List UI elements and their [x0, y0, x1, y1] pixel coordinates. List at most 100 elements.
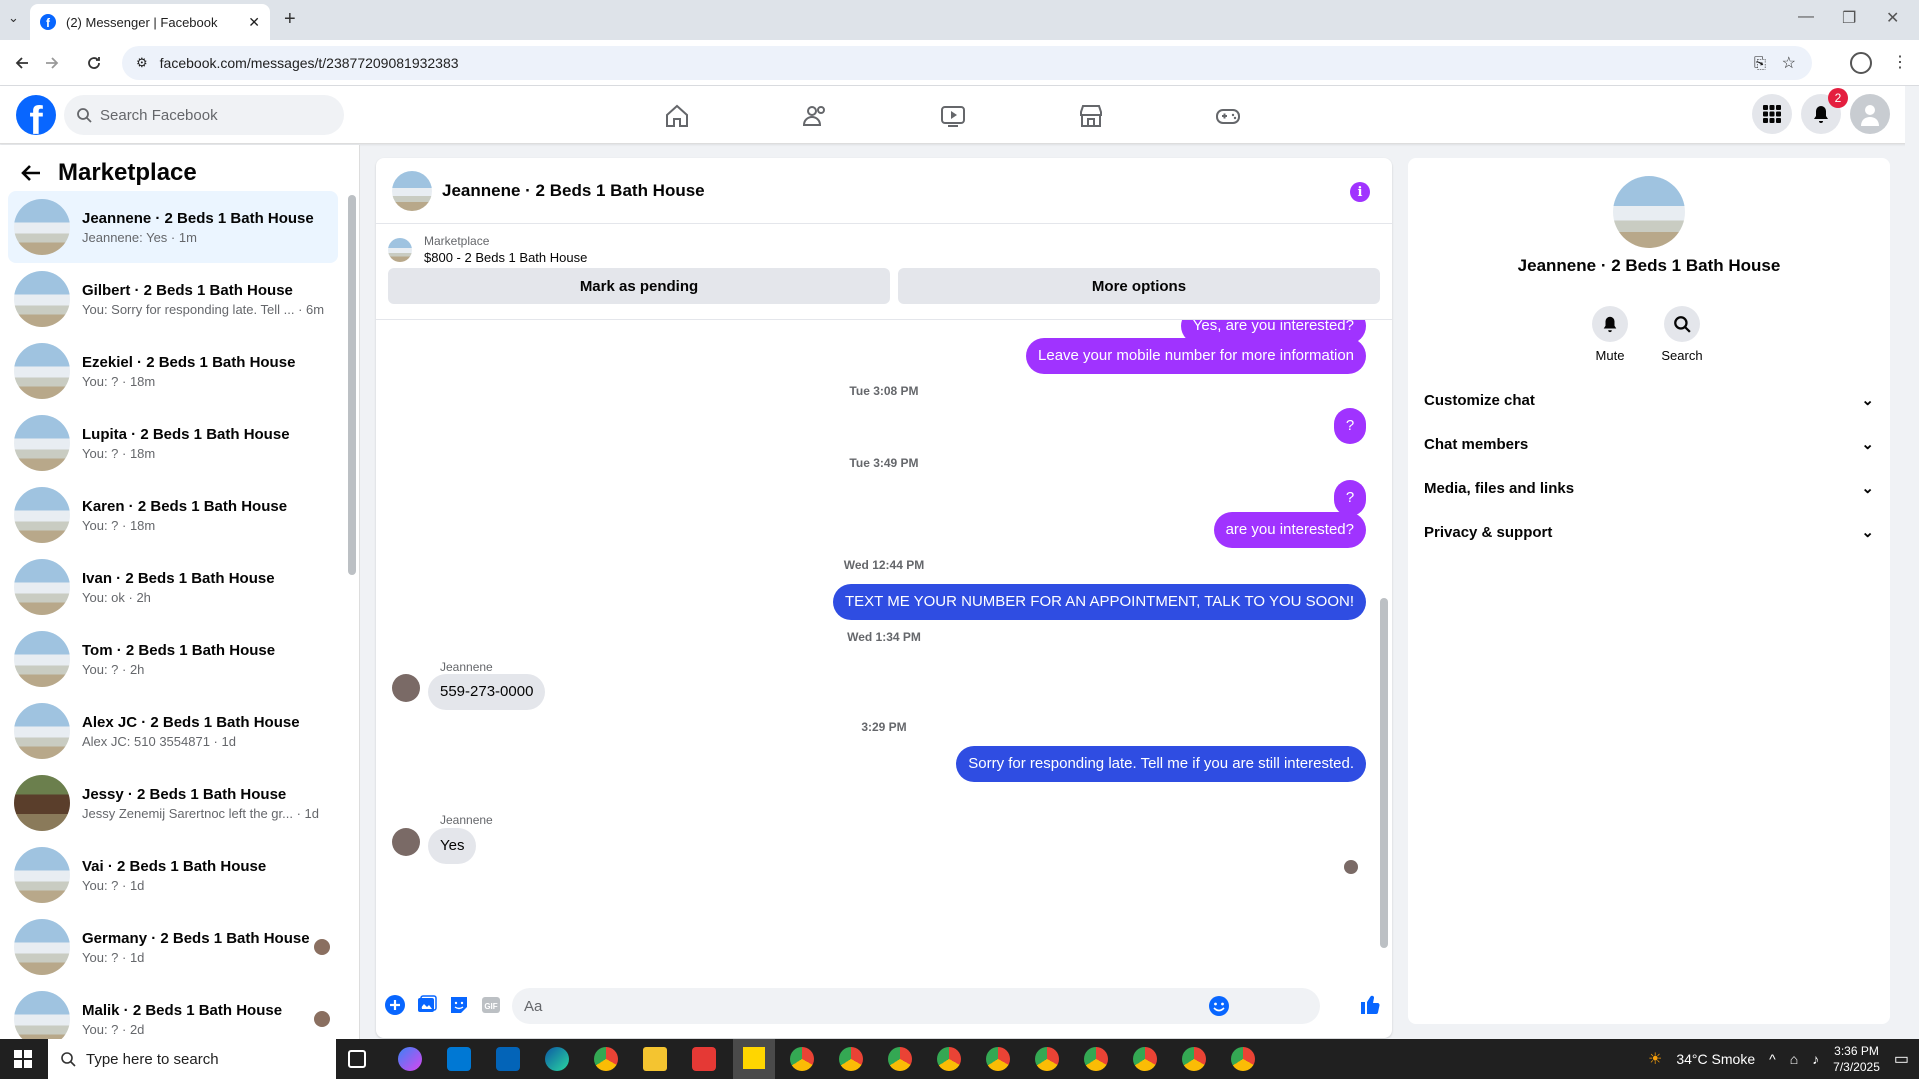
sender-avatar[interactable]	[392, 828, 420, 856]
network-icon[interactable]: ⌂	[1790, 1051, 1798, 1067]
conversation-item[interactable]: Tom · 2 Beds 1 Bath House You: ? · 2h	[8, 623, 338, 695]
minimize-icon[interactable]: —	[1798, 8, 1814, 26]
conversation-item[interactable]: Alex JC · 2 Beds 1 Bath House Alex JC: 51…	[8, 695, 338, 767]
photo-icon[interactable]	[416, 994, 438, 1016]
sidebar-scrollbar[interactable]	[348, 195, 356, 575]
profile-icon[interactable]	[1850, 52, 1872, 74]
privacy-support-section[interactable]: Privacy & support ⌄	[1424, 512, 1874, 552]
store-icon[interactable]	[447, 1047, 471, 1071]
conversation-item[interactable]: Ivan · 2 Beds 1 Bath House You: ok · 2h	[8, 551, 338, 623]
chat-scrollbar[interactable]	[1380, 598, 1388, 948]
close-window-icon[interactable]: ✕	[1886, 8, 1899, 28]
page-scrollbar[interactable]	[1905, 86, 1919, 1040]
chrome-profile-icon[interactable]	[986, 1047, 1010, 1071]
file-explorer-icon[interactable]	[643, 1047, 667, 1071]
sticker-icon[interactable]	[448, 994, 470, 1016]
tab-list-chevron-icon[interactable]: ⌄	[8, 10, 19, 26]
conversation-item[interactable]: Vai · 2 Beds 1 Bath House You: ? · 1d	[8, 839, 338, 911]
conversation-item[interactable]: Jessy · 2 Beds 1 Bath House Jessy Zenemij…	[8, 767, 338, 839]
reload-icon[interactable]	[82, 51, 106, 75]
mark-as-pending-button[interactable]: Mark as pending	[388, 268, 890, 304]
plus-icon[interactable]	[384, 994, 406, 1016]
message-bubble[interactable]: ?	[1334, 408, 1366, 444]
notifications-icon[interactable]: ▭	[1894, 1049, 1909, 1069]
chat-members-section[interactable]: Chat members ⌄	[1424, 424, 1874, 464]
media-app-icon[interactable]	[692, 1047, 716, 1071]
edge-icon[interactable]	[545, 1047, 569, 1071]
more-options-button[interactable]: More options	[898, 268, 1380, 304]
mute-button[interactable]: Mute	[1580, 306, 1640, 363]
gaming-icon[interactable]	[1214, 102, 1242, 130]
chrome-profile-icon[interactable]	[1182, 1047, 1206, 1071]
info-icon[interactable]: i	[1350, 182, 1370, 202]
copilot-icon[interactable]	[398, 1047, 422, 1071]
message-bubble[interactable]: are you interested?	[1213, 512, 1366, 548]
new-tab-icon[interactable]: +	[284, 8, 296, 31]
emoji-icon[interactable]	[1208, 995, 1230, 1017]
volume-icon[interactable]: ♪	[1812, 1051, 1819, 1067]
search-in-chat-button[interactable]: Search	[1652, 306, 1712, 363]
gif-icon[interactable]: GIF	[480, 994, 502, 1016]
marketplace-icon[interactable]	[1077, 102, 1105, 130]
close-tab-icon[interactable]: ✕	[248, 14, 260, 31]
conversation-item[interactable]: Malik · 2 Beds 1 Bath House You: ? · 2d	[8, 983, 338, 1039]
message-bubble[interactable]: TEXT ME YOUR NUMBER FOR AN APPOINTMENT, …	[833, 584, 1366, 620]
sticky-notes-app[interactable]	[733, 1039, 775, 1079]
install-app-icon[interactable]: ⎘	[1754, 55, 1766, 72]
chrome-profile-icon[interactable]	[839, 1047, 863, 1071]
url-bar[interactable]: ⚙ facebook.com/messages/t/23877209081932…	[122, 46, 1812, 80]
menu-grid-icon[interactable]	[1752, 94, 1792, 134]
message-bubble[interactable]: Leave your mobile number for more inform…	[1026, 338, 1366, 374]
facebook-search-input[interactable]: Search Facebook	[64, 95, 344, 135]
weather-text[interactable]: 34°C Smoke	[1676, 1051, 1755, 1067]
friends-icon[interactable]	[801, 102, 829, 130]
chrome-profile-icon[interactable]	[790, 1047, 814, 1071]
facebook-logo-icon[interactable]: f	[16, 95, 56, 135]
bookmark-star-icon[interactable]: ☆	[1782, 53, 1796, 73]
message-bubble[interactable]: Sorry for responding late. Tell me if yo…	[956, 746, 1366, 782]
outlook-icon[interactable]	[496, 1047, 520, 1071]
clock[interactable]: 3:36 PM 7/3/2025	[1833, 1043, 1880, 1075]
sender-avatar[interactable]	[392, 674, 420, 702]
message-bubble[interactable]: ?	[1334, 480, 1366, 516]
conversation-item[interactable]: Ezekiel · 2 Beds 1 Bath House You: ? · 18…	[8, 335, 338, 407]
back-arrow-icon[interactable]	[10, 51, 34, 75]
conversation-item[interactable]: Gilbert · 2 Beds 1 Bath House You: Sorry …	[8, 263, 338, 335]
listing-thumbnail[interactable]	[388, 238, 412, 262]
chat-title[interactable]: Jeannene · 2 Beds 1 Bath House	[442, 181, 705, 201]
tray-chevron-icon[interactable]: ^	[1769, 1051, 1776, 1067]
task-view-icon[interactable]	[348, 1050, 366, 1068]
chrome-profile-icon[interactable]	[1133, 1047, 1157, 1071]
conversation-item[interactable]: Germany · 2 Beds 1 Bath House You: ? · 1d	[8, 911, 338, 983]
message-bubble[interactable]: Yes	[428, 828, 477, 864]
customize-chat-section[interactable]: Customize chat ⌄	[1424, 380, 1874, 420]
back-arrow-icon[interactable]	[20, 162, 42, 184]
chat-avatar[interactable]	[392, 170, 432, 211]
chrome-profile-icon[interactable]	[888, 1047, 912, 1071]
details-avatar[interactable]	[1613, 176, 1685, 248]
site-info-icon[interactable]: ⚙	[136, 55, 148, 71]
forward-arrow-icon[interactable]	[40, 51, 64, 75]
message-input[interactable]: Aa	[512, 988, 1320, 1024]
chrome-profile-icon[interactable]	[1231, 1047, 1255, 1071]
weather-icon[interactable]: ☀	[1648, 1049, 1662, 1069]
conversation-item[interactable]: Lupita · 2 Beds 1 Bath House You: ? · 18m	[8, 407, 338, 479]
like-thumb-icon[interactable]	[1358, 992, 1382, 1016]
browser-tab[interactable]: f (2) Messenger | Facebook ✕	[30, 4, 270, 40]
conversation-item[interactable]: Karen · 2 Beds 1 Bath House You: ? · 18m	[8, 479, 338, 551]
message-bubble[interactable]: 559-273-0000	[428, 674, 546, 710]
restore-icon[interactable]: ❐	[1842, 8, 1856, 28]
home-icon[interactable]	[663, 102, 691, 130]
media-files-links-section[interactable]: Media, files and links ⌄	[1424, 468, 1874, 508]
chrome-profile-icon[interactable]	[1035, 1047, 1059, 1071]
chrome-icon[interactable]	[594, 1047, 618, 1071]
windows-start-icon[interactable]	[14, 1050, 32, 1068]
conversation-item[interactable]: Jeannene · 2 Beds 1 Bath House Jeannene: …	[8, 191, 338, 263]
video-icon[interactable]	[939, 102, 967, 130]
account-avatar[interactable]	[1850, 94, 1890, 134]
chrome-profile-icon[interactable]	[937, 1047, 961, 1071]
taskbar-search-input[interactable]: Type here to search	[48, 1039, 336, 1079]
chrome-profile-icon[interactable]	[1084, 1047, 1108, 1071]
listing-price[interactable]: $800 - 2 Beds 1 Bath House	[424, 250, 587, 265]
browser-menu-icon[interactable]: ⋮	[1892, 52, 1908, 72]
